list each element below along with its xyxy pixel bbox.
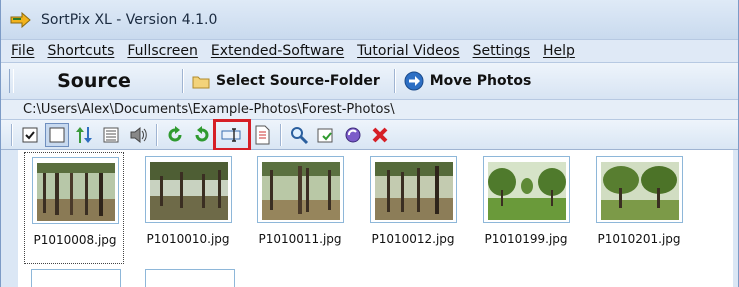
thumbnail-item-partial[interactable] (145, 269, 235, 287)
menu-extended-software[interactable]: Extended-Software (205, 43, 351, 59)
photo-frame (145, 156, 232, 223)
separator (393, 69, 396, 93)
separator (156, 123, 158, 146)
menu-settings[interactable]: Settings (467, 43, 537, 59)
source-label: Source (14, 66, 174, 96)
thumbnail-filename: P1010201.jpg (597, 232, 681, 246)
separator (11, 123, 13, 146)
rotate-right-icon[interactable] (190, 123, 214, 147)
menu-bar: File Shortcuts Fullscreen Extended-Softw… (1, 39, 738, 62)
thumbnail-filename: P1010010.jpg (146, 232, 230, 246)
sound-icon[interactable] (126, 123, 150, 147)
refresh-icon[interactable] (341, 123, 365, 147)
photo-frame (483, 156, 570, 223)
forest-photo (375, 162, 453, 220)
menu-help[interactable]: Help (537, 43, 582, 59)
forest-photo (150, 162, 228, 220)
app-logo-icon (9, 11, 33, 29)
move-photos-button[interactable]: Move Photos (404, 66, 532, 96)
source-toolbar: Source Select Source-Folder Move Photos (1, 62, 738, 100)
window-title: SortPix XL - Version 4.1.0 (41, 11, 218, 28)
thumbnail-item[interactable]: P1010010.jpg (138, 152, 238, 250)
thumbnail-filename: P1010011.jpg (258, 232, 342, 246)
thumbnail-item-partial[interactable] (31, 269, 121, 287)
thumbnail-filename: P1010008.jpg (33, 233, 117, 247)
list-view-icon[interactable] (99, 123, 123, 147)
thumbnail-item[interactable]: P1010199.jpg (476, 152, 576, 250)
document-icon[interactable] (250, 123, 274, 147)
photo-frame (370, 156, 457, 223)
photo-frame (32, 157, 119, 224)
source-label-text: Source (57, 70, 131, 92)
menu-tutorial-videos[interactable]: Tutorial Videos (351, 43, 466, 59)
separator (280, 123, 282, 146)
thumbnail-grid: P1010008.jpg P1010010.jpg P1010011.jpg P… (18, 150, 733, 287)
photo-frame (596, 156, 683, 223)
title-bar: SortPix XL - Version 4.1.0 (1, 0, 738, 39)
photo-frame (257, 156, 344, 223)
rename-icon[interactable] (213, 118, 251, 151)
orchard-photo (488, 162, 566, 220)
thumbnail-item[interactable]: P1010008.jpg (24, 152, 124, 264)
select-source-folder-label: Select Source-Folder (216, 73, 380, 89)
current-path: C:\Users\Alex\Documents\Example-Photos\F… (23, 102, 395, 117)
menu-fullscreen[interactable]: Fullscreen (121, 43, 204, 59)
menu-shortcuts[interactable]: Shortcuts (41, 43, 121, 59)
forest-photo (37, 163, 115, 221)
path-bar[interactable]: C:\Users\Alex\Documents\Example-Photos\F… (1, 100, 738, 120)
orchard-photo (601, 162, 679, 220)
forest-photo (262, 162, 340, 220)
search-icon[interactable] (287, 123, 311, 147)
arrow-right-circle-icon (404, 71, 424, 91)
check-all-icon[interactable] (18, 123, 42, 147)
menu-file[interactable]: File (5, 43, 41, 59)
delete-icon[interactable] (368, 123, 392, 147)
move-photos-label: Move Photos (429, 73, 532, 89)
export-icon[interactable] (314, 123, 338, 147)
thumbnail-item[interactable]: P1010201.jpg (589, 152, 689, 250)
select-source-folder-button[interactable]: Select Source-Folder (192, 66, 386, 96)
folder-icon (192, 74, 210, 89)
app-window: SortPix XL - Version 4.1.0 File Shortcut… (0, 0, 739, 287)
sort-icon[interactable] (72, 123, 96, 147)
separator (182, 69, 184, 93)
thumbnail-item[interactable]: P1010011.jpg (250, 152, 350, 250)
thumbnail-item[interactable]: P1010012.jpg (363, 152, 463, 250)
action-toolbar (1, 118, 738, 151)
thumbnail-filename: P1010012.jpg (371, 232, 455, 246)
thumbnail-filename: P1010199.jpg (484, 232, 568, 246)
uncheck-all-icon[interactable] (45, 122, 69, 147)
rotate-left-icon[interactable] (163, 123, 187, 147)
